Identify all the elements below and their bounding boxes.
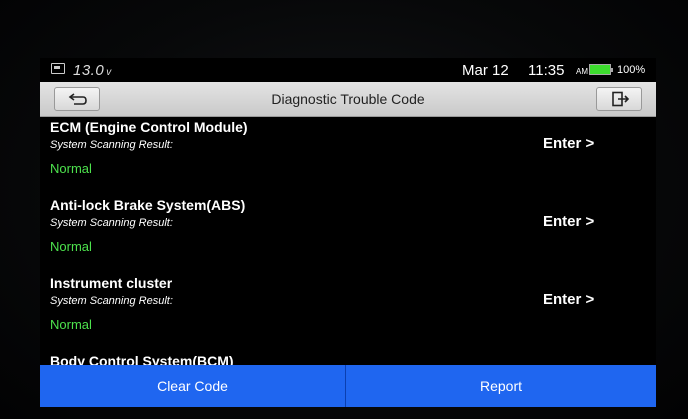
action-bar: Clear Code Report	[40, 365, 656, 407]
system-name: Body Control System(BCM)	[50, 353, 234, 365]
scan-result-value: Normal	[50, 239, 92, 254]
status-bar: 13.0 v Mar 12 11:35 AM 100%	[40, 58, 656, 82]
scan-result-label: System Scanning Result:	[50, 139, 173, 151]
title-bar: Diagnostic Trouble Code	[40, 82, 656, 117]
battery-percent: 100%	[617, 64, 646, 76]
system-name: ECM (Engine Control Module)	[50, 119, 248, 135]
status-ampm: AM	[576, 67, 588, 76]
scan-result-value: Normal	[50, 317, 92, 332]
list-item: Anti-lock Brake System(ABS) System Scann…	[40, 194, 656, 272]
enter-button[interactable]: Enter >	[543, 135, 594, 152]
list-item: Instrument cluster System Scanning Resul…	[40, 272, 656, 350]
status-date: Mar 12	[462, 62, 509, 79]
clear-code-button[interactable]: Clear Code	[40, 365, 346, 407]
vci-device-icon	[51, 63, 65, 74]
report-button[interactable]: Report	[346, 365, 656, 407]
enter-button[interactable]: Enter >	[543, 291, 594, 308]
status-time: 11:35	[528, 62, 565, 79]
exit-button[interactable]	[596, 87, 642, 111]
scan-result-label: System Scanning Result:	[50, 217, 173, 229]
scan-result-value: Normal	[50, 161, 92, 176]
scan-result-label: System Scanning Result:	[50, 295, 173, 307]
battery-voltage: 13.0 v	[73, 62, 112, 79]
page-title: Diagnostic Trouble Code	[271, 91, 425, 107]
exit-icon	[612, 91, 630, 107]
system-list: ECM (Engine Control Module) System Scann…	[40, 116, 656, 365]
voltage-value: 13.0	[73, 62, 105, 79]
list-item: ECM (Engine Control Module) System Scann…	[40, 116, 656, 194]
list-item: Body Control System(BCM)	[40, 350, 656, 365]
battery-icon	[589, 64, 613, 75]
system-name: Instrument cluster	[50, 275, 173, 291]
device-screen: 13.0 v Mar 12 11:35 AM 100% Diagnostic Tr…	[40, 58, 656, 407]
voltage-unit: v	[106, 67, 112, 78]
enter-button[interactable]: Enter >	[543, 213, 594, 230]
system-name: Anti-lock Brake System(ABS)	[50, 197, 246, 213]
